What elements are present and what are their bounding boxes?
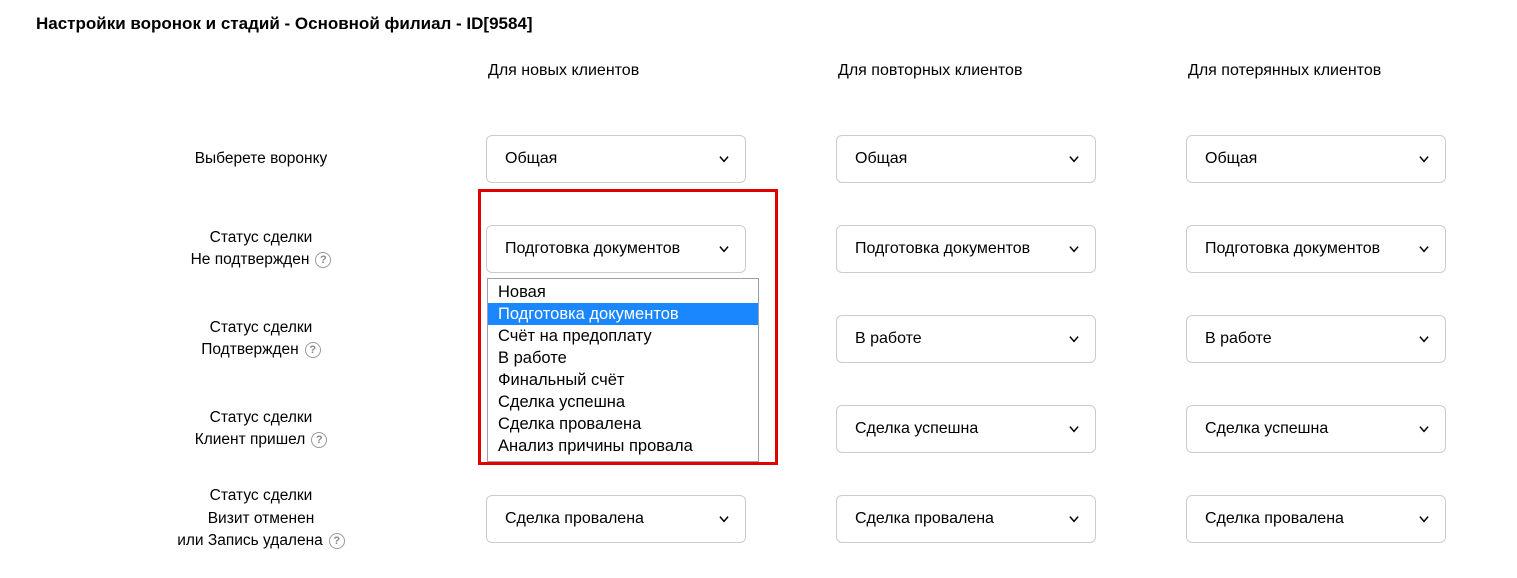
dropdown-option[interactable]: Финальный счёт [488,369,758,391]
chevron-down-icon [1067,332,1081,346]
select-value: В работе [1205,330,1272,348]
chevron-down-icon [717,512,731,526]
chevron-down-icon [1417,332,1431,346]
label-cancelled-line3: или Запись удалена [177,530,323,552]
label-cancelled-line2: Визит отменен [208,508,315,530]
page-title: Настройки воронок и стадий - Основной фи… [36,14,1481,34]
select-unconfirmed-lost[interactable]: Подготовка документов [1186,225,1446,273]
chevron-down-icon [1067,152,1081,166]
label-unconfirmed-line2: Не подтвержден [191,249,310,271]
label-confirmed-line2: Подтвержден [201,339,298,361]
select-cancelled-lost[interactable]: Сделка провалена [1186,495,1446,543]
select-came-lost[interactable]: Сделка успешна [1186,405,1446,453]
select-value: Подготовка документов [855,240,1030,258]
chevron-down-icon [1067,242,1081,256]
chevron-down-icon [1417,512,1431,526]
question-icon[interactable]: ? [329,533,345,549]
select-value: Общая [1205,150,1257,168]
chevron-down-icon [1417,422,1431,436]
column-header-new: Для новых клиентов [486,62,836,80]
select-value: Подготовка документов [505,240,680,258]
question-icon[interactable]: ? [311,432,327,448]
chevron-down-icon [717,242,731,256]
select-funnel-new[interactable]: Общая [486,135,746,183]
select-value: Сделка провалена [1205,510,1344,528]
select-value: Подготовка документов [1205,240,1380,258]
label-came: Статус сделки Клиент пришел? [36,384,486,474]
select-value: В работе [855,330,922,348]
dropdown-option[interactable]: Новая [488,281,758,303]
select-confirmed-lost[interactable]: В работе [1186,315,1446,363]
label-came-line1: Статус сделки [210,407,313,429]
settings-grid: Для новых клиентов Для повторных клиенто… [36,62,1481,564]
chevron-down-icon [1067,512,1081,526]
question-icon[interactable]: ? [305,342,321,358]
select-value: Общая [855,150,907,168]
select-value: Сделка успешна [855,420,978,438]
label-funnel-text: Выберете воронку [195,148,328,170]
dropdown-option[interactable]: Анализ причины провала [488,435,758,457]
select-value: Сделка провалена [855,510,994,528]
select-unconfirmed-repeat[interactable]: Подготовка документов [836,225,1096,273]
select-came-repeat[interactable]: Сделка успешна [836,405,1096,453]
label-cancelled: Статус сделки Визит отменен или Запись у… [36,474,486,564]
select-unconfirmed-new[interactable]: Подготовка документов НоваяПодготовка до… [486,225,746,273]
select-value: Сделка успешна [1205,420,1328,438]
chevron-down-icon [1067,422,1081,436]
chevron-down-icon [717,152,731,166]
dropdown-option[interactable]: Сделка провалена [488,413,758,435]
label-came-line2: Клиент пришел [195,429,306,451]
dropdown-option[interactable]: Подготовка документов [488,303,758,325]
label-funnel: Выберете воронку [36,114,486,204]
dropdown-option[interactable]: Сделка успешна [488,391,758,413]
label-confirmed-line1: Статус сделки [210,317,313,339]
select-funnel-repeat[interactable]: Общая [836,135,1096,183]
dropdown-panel: НоваяПодготовка документовСчёт на предоп… [487,278,759,462]
column-header-lost: Для потерянных клиентов [1186,62,1517,80]
label-unconfirmed-line1: Статус сделки [210,227,313,249]
chevron-down-icon [1417,152,1431,166]
label-confirmed: Статус сделки Подтвержден? [36,294,486,384]
question-icon[interactable]: ? [315,252,331,268]
dropdown-option[interactable]: В работе [488,347,758,369]
label-unconfirmed: Статус сделки Не подтвержден? [36,204,486,294]
dropdown-option[interactable]: Счёт на предоплату [488,325,758,347]
select-cancelled-new[interactable]: Сделка провалена [486,495,746,543]
select-cancelled-repeat[interactable]: Сделка провалена [836,495,1096,543]
select-value: Сделка провалена [505,510,644,528]
select-confirmed-repeat[interactable]: В работе [836,315,1096,363]
chevron-down-icon [1417,242,1431,256]
column-header-repeat: Для повторных клиентов [836,62,1186,80]
label-cancelled-line1: Статус сделки [210,485,313,507]
select-value: Общая [505,150,557,168]
select-funnel-lost[interactable]: Общая [1186,135,1446,183]
